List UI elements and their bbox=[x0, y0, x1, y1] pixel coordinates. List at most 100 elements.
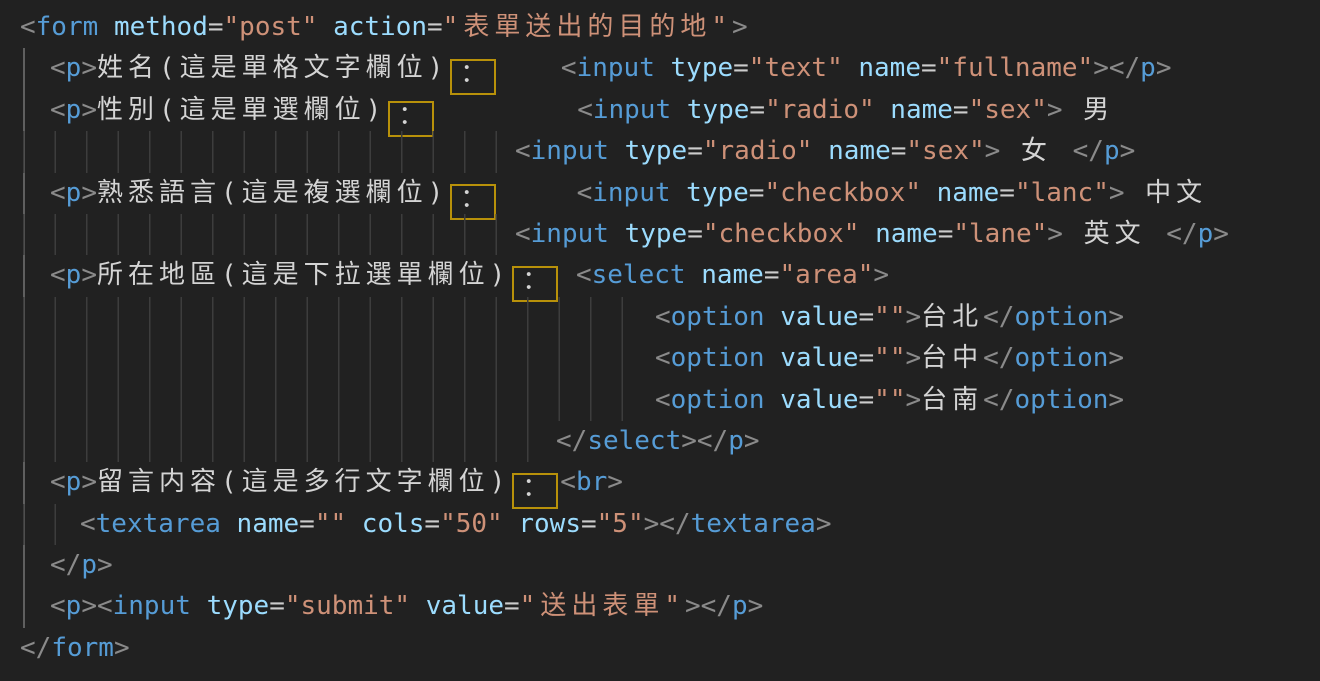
syntax-token: > bbox=[1213, 219, 1229, 249]
wrapped-indent-guides bbox=[23, 421, 545, 462]
code-line: <form method="post" action="表單送出的目的地"> bbox=[0, 7, 1320, 48]
syntax-token: = bbox=[891, 136, 907, 166]
syntax-token bbox=[875, 95, 891, 125]
code-line: <option value="">台中</option> bbox=[0, 338, 1320, 379]
code-line: </select></p> bbox=[0, 421, 1320, 462]
syntax-token: 男 bbox=[1063, 95, 1115, 125]
code-text: </p> bbox=[50, 545, 113, 586]
syntax-token: > bbox=[685, 591, 701, 621]
syntax-token: < bbox=[80, 509, 96, 539]
syntax-token: rows bbox=[518, 509, 581, 539]
syntax-token: "sex" bbox=[906, 136, 984, 166]
syntax-token: </ bbox=[1109, 53, 1140, 83]
syntax-token bbox=[765, 343, 781, 373]
syntax-token: > bbox=[732, 12, 748, 42]
code-line: </form> bbox=[0, 628, 1320, 669]
code-line: <input type="radio" name="sex"> 女 </p> bbox=[0, 131, 1320, 172]
syntax-token: type bbox=[625, 136, 688, 166]
syntax-token: value bbox=[780, 385, 858, 415]
syntax-token: "50" bbox=[440, 509, 503, 539]
syntax-token: </ bbox=[983, 343, 1014, 373]
syntax-token: p bbox=[66, 178, 82, 208]
syntax-token: > bbox=[744, 426, 760, 456]
syntax-token: option bbox=[671, 302, 765, 332]
syntax-token: value bbox=[780, 343, 858, 373]
syntax-token: < bbox=[50, 178, 66, 208]
syntax-token: "post" bbox=[224, 12, 318, 42]
syntax-token: p bbox=[66, 260, 82, 290]
syntax-token: < bbox=[577, 178, 593, 208]
syntax-token: p bbox=[66, 591, 82, 621]
syntax-token: < bbox=[50, 53, 66, 83]
syntax-token: = bbox=[427, 12, 443, 42]
syntax-token: < bbox=[515, 219, 531, 249]
syntax-token: </ bbox=[983, 385, 1014, 415]
syntax-token: = bbox=[504, 591, 520, 621]
syntax-token: > bbox=[816, 509, 832, 539]
syntax-token bbox=[98, 12, 114, 42]
syntax-token: "" bbox=[315, 509, 346, 539]
wrapped-indent-guides bbox=[23, 504, 70, 545]
syntax-token: > bbox=[985, 136, 1001, 166]
syntax-token: = bbox=[733, 53, 749, 83]
syntax-token: option bbox=[1014, 343, 1108, 373]
syntax-token: > bbox=[1156, 53, 1172, 83]
syntax-token: p bbox=[66, 467, 82, 497]
syntax-token: 中文 bbox=[1125, 178, 1208, 208]
syntax-token: name bbox=[890, 95, 953, 125]
syntax-token: value bbox=[426, 591, 504, 621]
syntax-token: > bbox=[1108, 343, 1124, 373]
syntax-token: > bbox=[81, 467, 97, 497]
syntax-token: = bbox=[299, 509, 315, 539]
code-line: </p> bbox=[0, 545, 1320, 586]
syntax-token bbox=[498, 178, 576, 208]
syntax-token: "checkbox" bbox=[764, 178, 921, 208]
syntax-token: > bbox=[1109, 178, 1125, 208]
syntax-token: > bbox=[114, 633, 130, 663]
code-text: <form method="post" action="表單送出的目的地"> bbox=[20, 7, 748, 48]
syntax-token: option bbox=[1014, 385, 1108, 415]
syntax-token: cols bbox=[362, 509, 425, 539]
code-line: <p>姓名(這是單格文字欄位)： <input type="text" name… bbox=[0, 48, 1320, 89]
syntax-token: < bbox=[560, 467, 576, 497]
syntax-token: option bbox=[1014, 302, 1108, 332]
syntax-token: > bbox=[1108, 385, 1124, 415]
syntax-token: > bbox=[748, 591, 764, 621]
code-text: <p>熟悉語言(這是複選欄位)： <input type="checkbox" … bbox=[50, 173, 1207, 220]
syntax-token: < bbox=[655, 302, 671, 332]
syntax-token: method bbox=[114, 12, 208, 42]
syntax-token: = bbox=[764, 260, 780, 290]
syntax-token: "fullname" bbox=[937, 53, 1094, 83]
syntax-token: "送出表單" bbox=[520, 591, 685, 621]
syntax-token: p bbox=[66, 95, 82, 125]
syntax-token: "" bbox=[874, 385, 905, 415]
syntax-token: "radio" bbox=[765, 95, 875, 125]
syntax-token bbox=[317, 12, 333, 42]
syntax-token: name bbox=[858, 53, 921, 83]
code-line: <option value="">台北</option> bbox=[0, 297, 1320, 338]
syntax-token: 熟悉語言(這是複選欄位) bbox=[97, 178, 448, 208]
syntax-token bbox=[609, 136, 625, 166]
wrapped-indent-guides bbox=[23, 338, 645, 379]
code-text: <option value="">台中</option> bbox=[655, 338, 1124, 379]
syntax-token: type bbox=[687, 95, 750, 125]
syntax-token: name bbox=[937, 178, 1000, 208]
syntax-token bbox=[655, 53, 671, 83]
indent-guide bbox=[23, 173, 25, 214]
code-text: <p><input type="submit" value="送出表單"></p… bbox=[50, 586, 763, 627]
indent-guide bbox=[23, 90, 25, 131]
syntax-token bbox=[812, 136, 828, 166]
syntax-token: </ bbox=[1073, 136, 1104, 166]
syntax-token: "submit" bbox=[285, 591, 410, 621]
code-text: <option value="">台南</option> bbox=[655, 380, 1124, 421]
indent-guide bbox=[23, 255, 25, 296]
syntax-token: </ bbox=[697, 426, 728, 456]
syntax-token: select bbox=[587, 426, 681, 456]
code-text: <option value="">台北</option> bbox=[655, 297, 1124, 338]
syntax-token: option bbox=[671, 343, 765, 373]
syntax-token bbox=[436, 95, 577, 125]
syntax-token: form bbox=[36, 12, 99, 42]
syntax-token: = bbox=[749, 95, 765, 125]
syntax-token: type bbox=[686, 178, 749, 208]
syntax-token: type bbox=[207, 591, 270, 621]
